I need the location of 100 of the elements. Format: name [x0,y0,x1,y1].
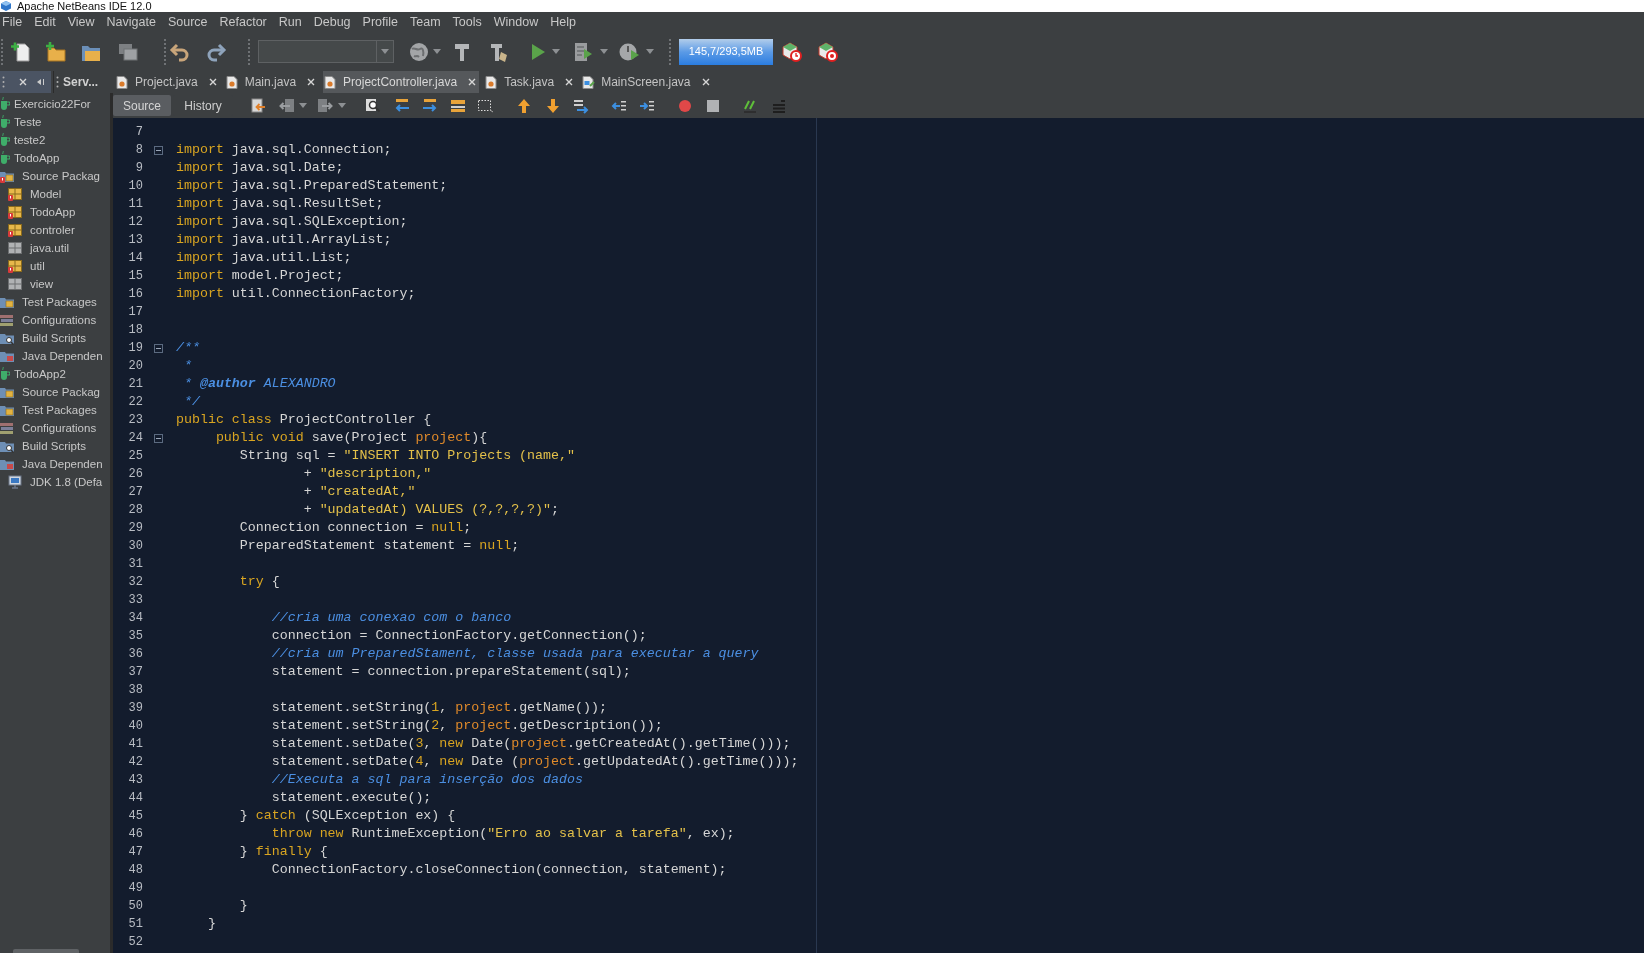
code-line: * [183,357,192,375]
tree-item[interactable]: Test Packages [22,295,97,309]
tree-item[interactable]: JDK 1.8 (Defa [30,475,103,489]
document-icon [225,75,239,89]
down-arrow-icon[interactable] [545,97,561,114]
caret-icon[interactable] [646,49,654,54]
tree-item[interactable]: teste2 [14,133,46,147]
tree-item[interactable]: Build Scripts [22,331,86,345]
menu-item[interactable]: Run [276,14,304,30]
tree-item[interactable]: Configurations [22,313,97,327]
minimize-icon[interactable] [35,78,45,86]
line-number: 52 [128,935,143,949]
menu-item[interactable]: Tools [450,14,484,30]
search-icon[interactable] [365,97,381,114]
tree-item[interactable]: Build Scripts [22,439,86,453]
caret-icon[interactable] [338,103,346,108]
tree-item[interactable]: Test Packages [22,403,97,417]
cube-target-icon[interactable] [817,40,839,63]
tree-item[interactable]: util [30,259,45,273]
close-icon[interactable] [565,78,574,86]
minus-box-icon[interactable] [154,433,163,443]
arrow-right-icon[interactable] [422,97,438,114]
code-line: public class ProjectController { [176,411,432,429]
caret-icon[interactable] [381,49,389,54]
tree-item[interactable]: TodoApp [30,205,76,219]
page-play-icon[interactable] [572,40,594,63]
tree-item[interactable]: Java Dependen [22,349,103,363]
cube-clock-icon[interactable] [781,40,803,63]
document-icon [116,75,129,89]
caret-icon[interactable] [552,49,560,54]
code-line: */ [183,393,200,411]
line-number: 30 [128,539,143,553]
lines-arrow-icon[interactable] [573,97,589,114]
tree-item[interactable]: Source Packag [22,385,100,399]
menu-item[interactable]: Help [548,14,578,30]
record-icon[interactable] [677,97,693,114]
panel-tab[interactable] [0,71,51,93]
grip-icon[interactable] [56,76,59,88]
minus-box-icon[interactable] [154,145,163,155]
dotted-rectangle-icon[interactable] [477,97,493,114]
caret-icon[interactable] [299,103,307,108]
close-icon[interactable] [19,78,27,86]
tree-item[interactable]: Source Packag [22,169,100,183]
line-number: 42 [128,755,143,769]
menu-item[interactable]: Debug [311,14,353,30]
form-document-icon [582,75,596,89]
menu-item[interactable]: Navigate [104,14,158,30]
new-file-icon[interactable] [10,40,32,63]
tree-item[interactable]: view [30,277,53,291]
code-line: } finally { [239,843,328,861]
line-number: 15 [128,269,143,283]
menu-item[interactable]: View [65,14,97,30]
code-line: } [207,915,216,933]
menu-item[interactable]: Team [408,14,443,30]
close-icon[interactable] [468,78,477,86]
menu-item[interactable]: File [0,14,25,30]
close-icon[interactable] [701,78,710,86]
code-line: import java.sql.Date; [176,159,344,177]
code-line: connection = ConnectionFactory.getConnection(); [271,627,647,645]
line-number: 20 [128,359,143,373]
line-number: 35 [128,629,143,643]
caret-icon[interactable] [433,49,441,54]
code-line: statement.setDate(4, new Date (project.getUpdatedAt().getTime())); [271,753,799,771]
minus-box-icon[interactable] [154,343,163,353]
menu-item[interactable]: Window [491,14,541,30]
line-number: 12 [128,215,143,229]
back-icon[interactable] [279,97,295,114]
menu-item[interactable]: Edit [32,14,58,30]
tree-item[interactable]: Configurations [22,421,97,435]
grip-icon[interactable] [2,76,5,88]
tree-item[interactable]: controler [30,223,75,237]
tree-item[interactable]: java.util [30,241,69,255]
new-folder-icon[interactable] [45,40,67,63]
close-icon[interactable] [208,78,217,86]
line-number: 7 [135,125,143,139]
tree-item[interactable]: TodoApp2 [14,367,66,381]
up-arrow-icon[interactable] [516,97,532,114]
tree-item[interactable]: Exercicio22For [14,97,91,111]
line-number: 36 [128,647,143,661]
menu-item[interactable]: Profile [360,14,400,30]
close-icon[interactable] [307,78,316,86]
globe-icon[interactable] [408,40,430,63]
tree-item[interactable]: TodoApp [14,151,60,165]
view-tab[interactable]: Source [113,95,171,116]
tree-item[interactable]: Java Dependen [22,457,103,471]
arrow-left-icon[interactable] [394,97,410,114]
stop-icon[interactable] [705,97,721,114]
caret-icon[interactable] [600,49,608,54]
code-line: throw new RuntimeException("Erro ao salvar a tarefa", ex); [271,825,735,843]
editor-tab[interactable]: ProjectController.java [323,71,480,93]
stacked-bars-icon[interactable] [450,97,466,114]
menu-item[interactable]: Refactor [217,14,269,30]
line-number: 21 [128,377,143,391]
scrollbar-thumb[interactable] [13,949,79,953]
line-number: 33 [128,593,143,607]
tree-item[interactable]: Teste [14,115,42,129]
menu-item[interactable]: Source [165,14,210,30]
document-icon [485,75,499,89]
forward-icon[interactable] [317,97,333,114]
tree-item[interactable]: Model [30,187,62,201]
